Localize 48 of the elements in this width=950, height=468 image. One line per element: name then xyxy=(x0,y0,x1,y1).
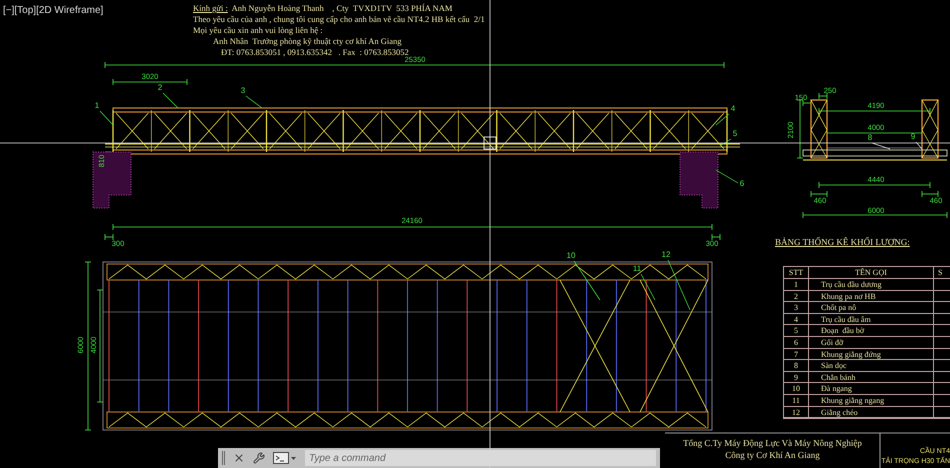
column-header: STT xyxy=(784,267,809,278)
table-cell: 12 xyxy=(784,406,809,418)
table-cell: Khung giằng đứng xyxy=(809,348,934,360)
callout-number: 8 xyxy=(868,133,872,142)
note-line: Theo yêu cầu của anh , chung tôi cung cấp cho anh bản vẽ cầu NT4.2 HB kết cấu 2/1 xyxy=(193,14,485,25)
table-cell: 7 xyxy=(784,348,809,360)
table-cell: 6 xyxy=(784,336,809,348)
callout-number: 10 xyxy=(566,251,576,260)
table-cell: Sàn dọc xyxy=(809,360,934,371)
callout-number: 12 xyxy=(662,250,670,259)
table-cell: 3 xyxy=(784,302,809,313)
table-cell: 8 xyxy=(784,360,809,371)
table-cell: 4 xyxy=(784,314,809,324)
table-cell: Gối đỡ xyxy=(809,336,934,348)
table-cell: Chắn bánh xyxy=(809,372,934,382)
command-input[interactable]: Type a command xyxy=(305,450,656,466)
table-cell: 10 xyxy=(784,383,809,394)
table-cell: 2 xyxy=(784,290,809,302)
callout-number: 6 xyxy=(740,179,744,188)
note-line: ĐT: 0763.853051 , 0913.635342 . Fax : 0763.853052 xyxy=(220,47,409,57)
table-cell: Trụ cầu đầu dương xyxy=(809,279,934,290)
table-cell: 11 xyxy=(784,394,809,406)
table-cell: Khung pa nơ HB xyxy=(809,290,934,302)
note-line: Anh Nhân Trưởng phòng kỹ thuật cty cơ khí An Giang xyxy=(212,36,403,47)
note-line: Mọi yêu cầu xin anh vui lòng liên hệ : xyxy=(193,25,324,36)
table-cell: Chốt pa nô xyxy=(809,302,934,313)
table-cell: Khung giằng ngang xyxy=(809,394,934,406)
callout-number: 5 xyxy=(732,129,738,138)
table-title: BẢNG THỐNG KÊ KHỐI LƯỢNG: xyxy=(775,236,910,249)
column-header: TÊN GỌI xyxy=(809,267,934,278)
table-cell: 5 xyxy=(784,325,809,336)
callout-number: 3 xyxy=(240,86,246,95)
column-header: S xyxy=(937,267,942,278)
note-line: Kính gửi : Anh Nguyễn Hoàng Thanh , Cty TVXD1TV 533 PHÍA NAM xyxy=(193,3,454,14)
callout-number: 2 xyxy=(158,83,162,92)
table-cell: 9 xyxy=(784,372,809,382)
callout-number: 9 xyxy=(910,132,916,141)
table-cell: 1 xyxy=(784,279,809,290)
table-cell: Giằng chéo xyxy=(809,406,934,418)
table-cell: Đà ngang xyxy=(809,383,934,394)
viewport-label[interactable]: [−][Top][2D Wireframe] xyxy=(3,3,104,18)
table-cell: Đoạn đầu bờ xyxy=(809,325,934,336)
callout-number: 11 xyxy=(632,264,642,273)
table-cell: Trụ cầu đầu âm xyxy=(809,314,934,324)
callout-number: 1 xyxy=(94,101,100,110)
callout-number: 4 xyxy=(730,104,736,113)
company-name: Công ty Cơ Khí An Giang xyxy=(725,449,820,461)
company-name: Tổng C.Ty Máy Động Lực Và Máy Nông Nghiệp xyxy=(683,437,862,449)
